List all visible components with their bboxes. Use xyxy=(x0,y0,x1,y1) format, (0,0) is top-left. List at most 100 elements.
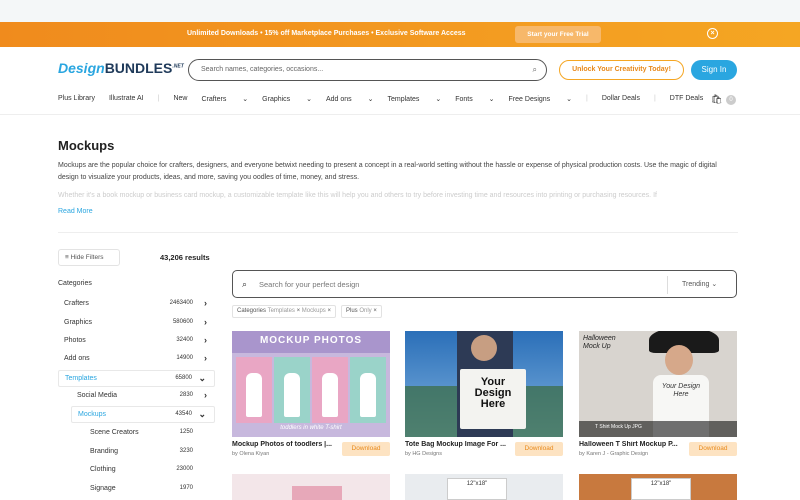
category-count: 32400 xyxy=(176,337,193,343)
chevron-icon[interactable]: › xyxy=(204,317,207,327)
search-icon[interactable]: ⌕ xyxy=(533,65,537,75)
category-label: Scene Creators xyxy=(90,429,139,436)
nav-item-plus-library[interactable]: Plus Library xyxy=(58,95,95,103)
product-image[interactable]: MOCKUP PHOTOS toddlers in white T-shirt xyxy=(232,331,390,437)
category-item[interactable]: Add ons 14900 › xyxy=(58,351,215,368)
logo-bundles-text: BUNDLES xyxy=(104,60,173,76)
filter-chip-plus[interactable]: Plus Only × xyxy=(341,305,382,318)
nav-item-new[interactable]: New xyxy=(173,95,187,103)
nav-divider: | xyxy=(653,95,656,102)
filter-icon: ≡ xyxy=(65,254,69,261)
category-label: Mockups xyxy=(78,411,107,418)
product-image[interactable]: Halloween Mock Up Your Design Here T Shi… xyxy=(579,331,737,437)
category-label: Crafters xyxy=(64,300,89,307)
download-button[interactable]: Download xyxy=(342,442,390,456)
product-image[interactable]: Your Design Here xyxy=(405,331,563,437)
product-card-partial[interactable]: 12"x18" xyxy=(579,474,737,500)
filter-chip-categories[interactable]: Categories Templates × Mockups × xyxy=(232,305,336,318)
nav-item-free-designs[interactable]: Free Designs ⌄ xyxy=(509,95,572,103)
results-count: 43,206 results xyxy=(160,253,210,262)
results-search-input[interactable]: ⌕ Search for your perfect design Trendin… xyxy=(232,270,737,298)
category-label: Graphics xyxy=(64,319,93,326)
header-search-input[interactable]: Search names, categories, occasions... ⌕ xyxy=(188,59,547,81)
main-nav: Plus Library Illustrate AI | New Crafter… xyxy=(58,95,717,103)
nav-item-crafters[interactable]: Crafters ⌄ xyxy=(201,95,248,103)
hide-filters-button[interactable]: ≡ Hide Filters xyxy=(58,249,120,266)
chevron-icon[interactable]: › xyxy=(204,390,207,400)
promo-bar: Unlimited Downloads • 15% off Marketplac… xyxy=(0,22,800,47)
category-label: Photos xyxy=(64,337,86,344)
unlock-creativity-button[interactable]: Unlock Your Creativity Today! xyxy=(559,60,684,80)
product-name[interactable]: Tote Bag Mockup Image For ... xyxy=(405,441,510,448)
product-image-subtitle: toddlers in white T-shirt xyxy=(280,425,342,431)
product-card[interactable]: Halloween Mock Up Your Design Here T Shi… xyxy=(579,331,737,457)
logo-net-text: .NET xyxy=(172,63,184,70)
category-item[interactable]: Social Media 2830 › xyxy=(71,388,215,405)
close-icon: × xyxy=(296,308,301,314)
chevron-icon[interactable]: › xyxy=(204,298,207,308)
sort-dropdown[interactable]: Trending ⌄ xyxy=(682,280,717,288)
product-author[interactable]: by Olena Kiyan xyxy=(232,451,269,457)
read-more-link[interactable]: Read More xyxy=(58,208,93,215)
product-author[interactable]: by HG Designs xyxy=(405,451,442,457)
category-item[interactable]: Mockups 43540 ⌄ xyxy=(71,406,215,423)
category-count: 3230 xyxy=(179,448,193,454)
category-item[interactable]: Photos 32400 › xyxy=(58,333,215,350)
category-item[interactable]: Clothing 23000 xyxy=(84,462,215,479)
download-button[interactable]: Download xyxy=(689,442,737,456)
product-image-title: MOCKUP PHOTOS xyxy=(259,335,363,346)
search-icon: ⌕ xyxy=(242,279,248,289)
active-filter-chips: Categories Templates × Mockups × Plus On… xyxy=(232,305,382,318)
download-button[interactable]: Download xyxy=(515,442,563,456)
category-label: Templates xyxy=(65,375,97,382)
category-item[interactable]: Branding 3230 xyxy=(84,444,215,461)
chevron-icon[interactable]: ⌄ xyxy=(198,373,206,384)
category-count: 65800 xyxy=(175,375,192,381)
category-count: 1970 xyxy=(179,485,193,491)
category-count: 580600 xyxy=(172,319,193,325)
product-card[interactable]: Your Design Here Tote Bag Mockup Image F… xyxy=(405,331,563,457)
product-card-partial[interactable]: 12"x18" xyxy=(405,474,563,500)
cart-icon[interactable]: 🛍 xyxy=(711,94,722,105)
free-trial-button[interactable]: Start your Free Trial xyxy=(515,26,601,43)
nav-item-dollar-deals[interactable]: Dollar Deals xyxy=(602,95,640,103)
nav-item-dtf-deals[interactable]: DTF Deals xyxy=(670,95,703,103)
nav-item-templates[interactable]: Templates ⌄ xyxy=(388,95,442,103)
sign-in-button[interactable]: Sign In xyxy=(691,60,737,80)
top-strip xyxy=(0,0,800,22)
nav-item-graphics[interactable]: Graphics ⌄ xyxy=(262,95,312,103)
page-description-faded: Whether it's a book mockup or business c… xyxy=(58,192,657,199)
chevron-icon[interactable]: › xyxy=(204,335,207,345)
header-search-placeholder: Search names, categories, occasions... xyxy=(201,66,324,73)
page-title: Mockups xyxy=(58,138,115,153)
nav-divider: | xyxy=(586,95,588,102)
logo-design-text: Design xyxy=(58,60,105,76)
category-label: Clothing xyxy=(90,466,116,473)
category-item[interactable]: Scene Creators 1250 xyxy=(84,425,215,442)
chevron-icon[interactable]: › xyxy=(204,353,207,363)
nav-item-add-ons[interactable]: Add ons ⌄ xyxy=(326,95,374,103)
size-label: 12"x18" xyxy=(447,478,507,500)
product-card[interactable]: MOCKUP PHOTOS toddlers in white T-shirt … xyxy=(232,331,390,457)
category-item[interactable]: Crafters 2463400 › xyxy=(58,296,215,313)
close-icon[interactable]: × xyxy=(707,28,718,39)
product-author[interactable]: by Karen J - Graphic Design xyxy=(579,451,648,457)
category-item[interactable]: Signage 1970 xyxy=(84,481,215,498)
product-name[interactable]: Halloween T Shirt Mockup P... xyxy=(579,441,684,448)
logo[interactable]: DesignBUNDLES.NET xyxy=(58,60,184,76)
header-divider xyxy=(0,114,800,115)
category-label: Signage xyxy=(90,485,116,492)
product-card-partial[interactable] xyxy=(232,474,390,500)
category-item[interactable]: Templates 65800 ⌄ xyxy=(58,370,215,387)
chevron-icon[interactable]: ⌄ xyxy=(198,409,206,420)
promo-message: Unlimited Downloads • 15% off Marketplac… xyxy=(187,30,466,37)
product-name[interactable]: Mockup Photos of toodlers |... xyxy=(232,441,337,448)
page-description: Mockups are the popular choice for craft… xyxy=(58,162,717,181)
product-image-title: Halloween Mock Up xyxy=(583,335,616,350)
category-label: Branding xyxy=(90,448,119,455)
nav-item-illustrate-ai[interactable]: Illustrate AI xyxy=(109,95,144,103)
nav-item-fonts[interactable]: Fonts ⌄ xyxy=(455,95,494,103)
category-label: Add ons xyxy=(64,355,90,362)
category-item[interactable]: Graphics 580600 › xyxy=(58,315,215,332)
category-count: 43540 xyxy=(175,411,192,417)
